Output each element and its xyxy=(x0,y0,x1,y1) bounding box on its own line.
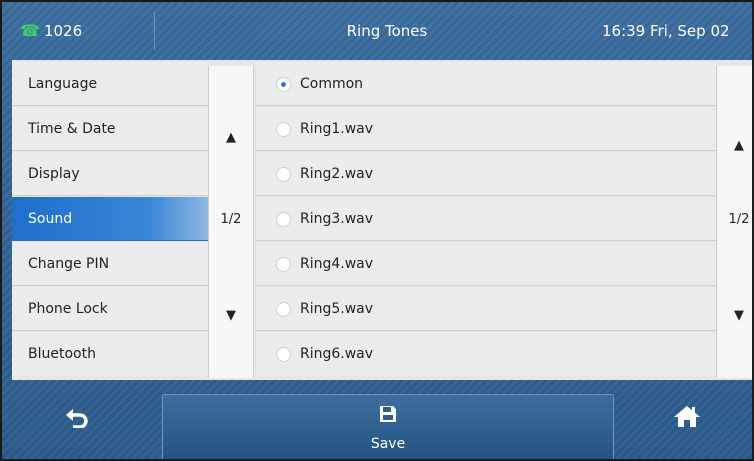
home-icon xyxy=(622,404,752,432)
menu-page-indicator: 1/2 xyxy=(220,212,242,227)
content-panel: Language Time & Date Display Sound Chang… xyxy=(12,60,752,380)
menu-item-label: Time & Date xyxy=(28,121,116,137)
ringtone-option-ring4[interactable]: Ring4.wav xyxy=(256,242,716,286)
save-label: Save xyxy=(370,436,406,452)
ringtone-scrollbar[interactable]: ▲ 1/2 ▼ xyxy=(716,66,752,378)
save-button[interactable]: Save xyxy=(162,394,614,459)
ringtone-label: Ring2.wav xyxy=(300,166,374,182)
radio-unchecked-icon[interactable] xyxy=(276,347,291,362)
phone-handset-icon: ☎ xyxy=(20,21,40,40)
ringtone-option-ring6[interactable]: Ring6.wav xyxy=(256,332,716,376)
floppy-disk-icon xyxy=(163,404,613,428)
radio-unchecked-icon[interactable] xyxy=(276,167,291,182)
account-number: 1026 xyxy=(43,22,83,40)
ringtone-label: Ring6.wav xyxy=(300,346,374,362)
menu-item-language[interactable]: Language xyxy=(12,62,208,106)
scroll-up-arrow-icon[interactable]: ▲ xyxy=(717,138,752,153)
ringtone-list: Common Ring1.wav Ring2.wav Ring3.wav Rin… xyxy=(256,62,716,378)
menu-item-label: Sound xyxy=(28,211,73,227)
menu-item-label: Phone Lock xyxy=(28,301,108,317)
menu-item-label: Display xyxy=(28,166,80,182)
menu-item-bluetooth[interactable]: Bluetooth xyxy=(12,332,208,376)
back-arrow-icon xyxy=(2,406,152,432)
ringtone-label: Ring1.wav xyxy=(300,121,374,137)
scroll-down-arrow-icon[interactable]: ▼ xyxy=(717,308,752,323)
ringtone-option-ring1[interactable]: Ring1.wav xyxy=(256,107,716,151)
ringtone-option-ring5[interactable]: Ring5.wav xyxy=(256,287,716,331)
ringtone-option-ring3[interactable]: Ring3.wav xyxy=(256,197,716,241)
scroll-down-arrow-icon[interactable]: ▼ xyxy=(209,308,253,323)
radio-checked-icon[interactable] xyxy=(276,77,291,92)
phone-screen: ☎ 1026 Ring Tones 16:39 Fri, Sep 02 Langu… xyxy=(0,0,754,461)
ringtone-option-common[interactable]: Common xyxy=(256,62,716,106)
menu-item-label: Change PIN xyxy=(28,256,110,272)
menu-item-label: Language xyxy=(28,76,98,92)
status-bar: ☎ 1026 Ring Tones 16:39 Fri, Sep 02 xyxy=(2,2,752,60)
scroll-up-arrow-icon[interactable]: ▲ xyxy=(209,130,253,145)
account-indicator[interactable]: ☎ 1026 xyxy=(20,2,150,60)
ringtone-label: Ring3.wav xyxy=(300,211,374,227)
menu-scrollbar[interactable]: ▲ 1/2 ▼ xyxy=(208,66,254,378)
ringtone-page-indicator: 1/2 xyxy=(728,212,750,227)
page-title: Ring Tones xyxy=(346,22,428,40)
settings-menu: Language Time & Date Display Sound Chang… xyxy=(12,62,208,378)
ringtone-label: Ring5.wav xyxy=(300,301,374,317)
radio-unchecked-icon[interactable] xyxy=(276,122,291,137)
ringtone-label: Ring4.wav xyxy=(300,256,374,272)
back-button[interactable] xyxy=(2,382,152,459)
menu-item-label: Bluetooth xyxy=(28,346,96,362)
menu-item-phone-lock[interactable]: Phone Lock xyxy=(12,287,208,331)
ringtone-label: Common xyxy=(300,76,364,92)
radio-unchecked-icon[interactable] xyxy=(276,302,291,317)
menu-item-sound[interactable]: Sound xyxy=(12,197,208,241)
status-divider xyxy=(154,12,155,50)
date-time: 16:39 Fri, Sep 02 xyxy=(602,22,730,40)
menu-item-change-pin[interactable]: Change PIN xyxy=(12,242,208,286)
home-button[interactable] xyxy=(622,382,752,459)
menu-item-time-date[interactable]: Time & Date xyxy=(12,107,208,151)
ringtone-option-ring2[interactable]: Ring2.wav xyxy=(256,152,716,196)
radio-unchecked-icon[interactable] xyxy=(276,212,291,227)
menu-item-display[interactable]: Display xyxy=(12,152,208,196)
radio-unchecked-icon[interactable] xyxy=(276,257,291,272)
softkey-bar: Save xyxy=(2,382,752,459)
